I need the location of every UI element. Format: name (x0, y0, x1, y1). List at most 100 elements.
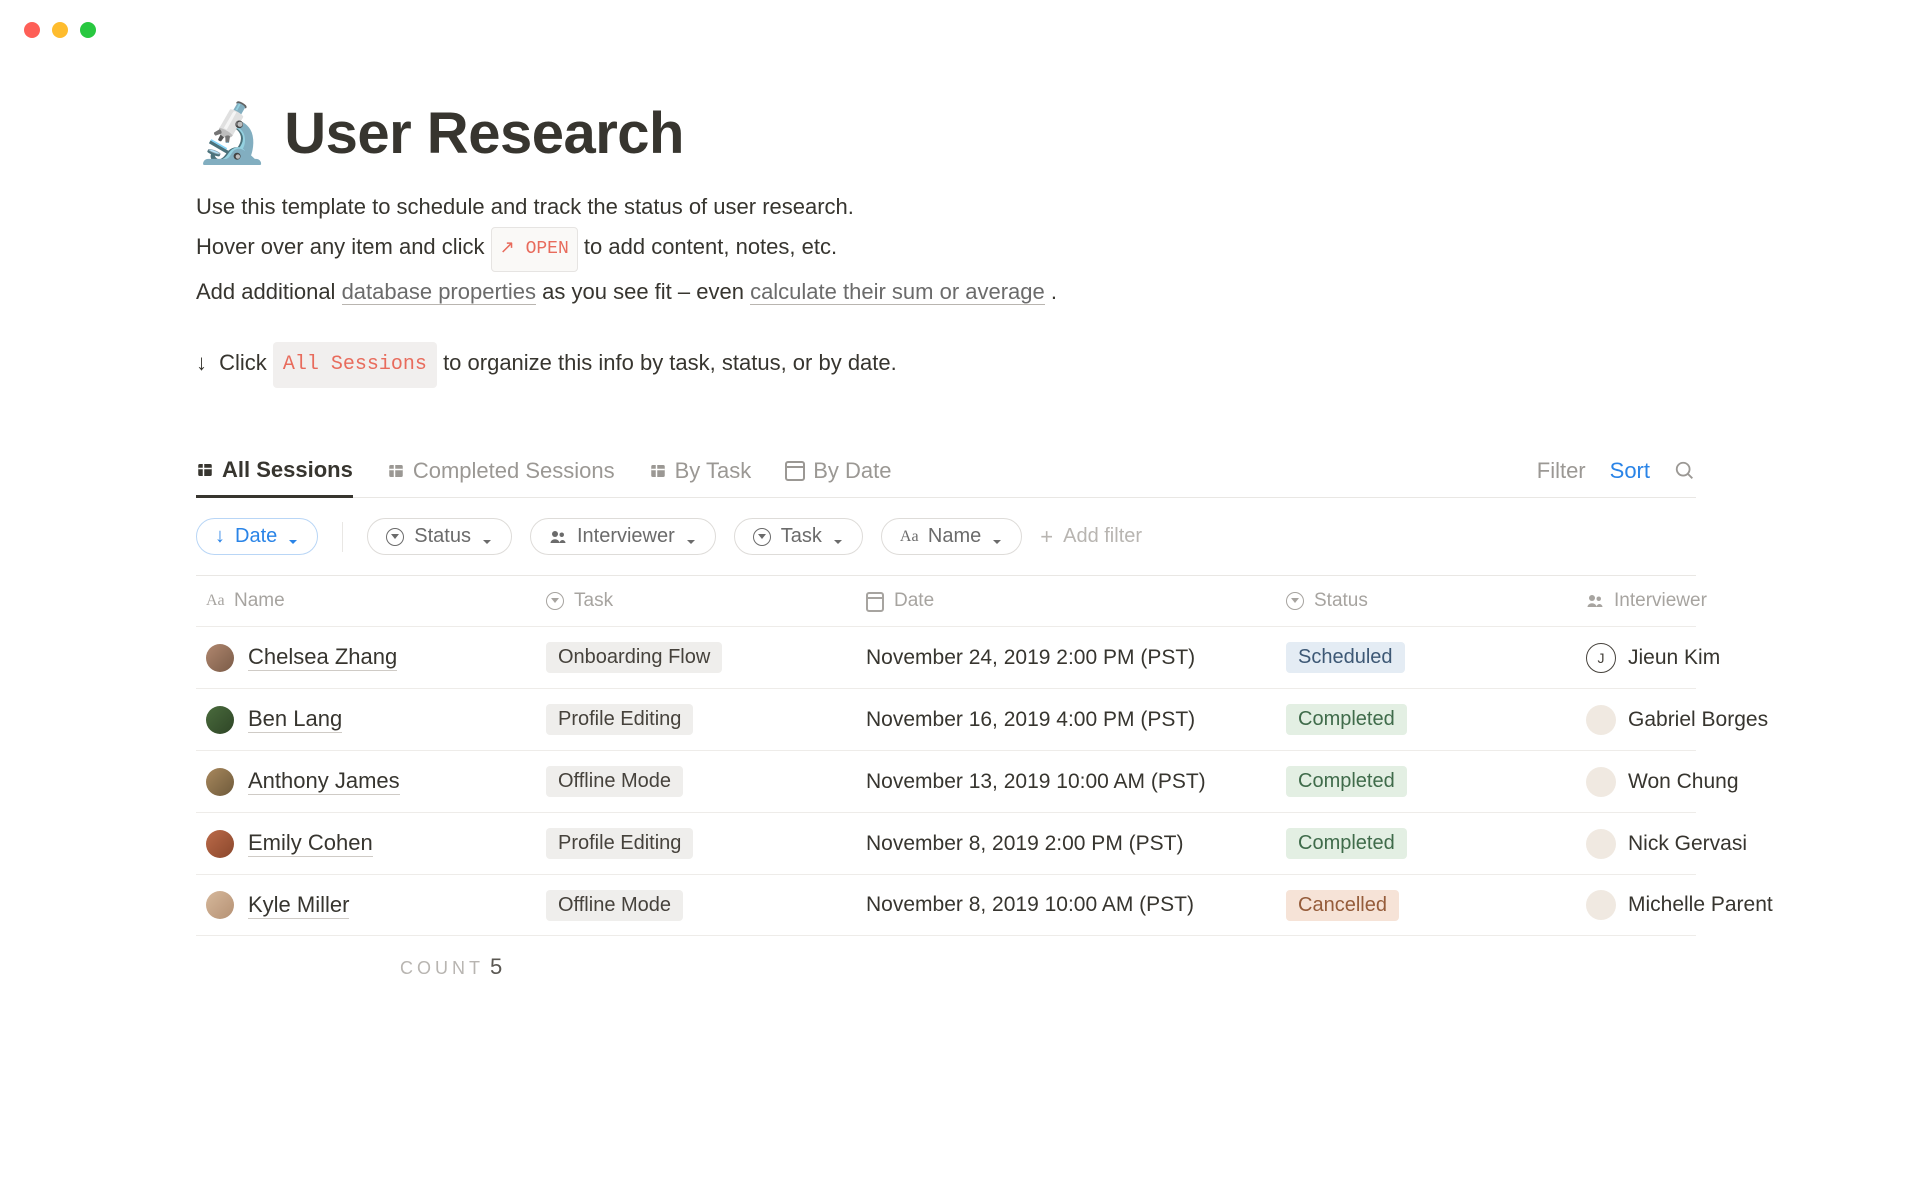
desc-line-2-pre: Hover over any item and click (196, 234, 491, 259)
col-header-date-label: Date (894, 590, 934, 612)
close-window-button[interactable] (24, 22, 40, 38)
user-avatar (206, 644, 234, 672)
cell-interviewer[interactable]: Gabriel Borges (1576, 705, 1920, 735)
col-header-interviewer[interactable]: Interviewer (1576, 590, 1920, 612)
filter-chip-label: Status (414, 525, 471, 548)
text-property-icon: Aa (900, 528, 918, 546)
cell-task[interactable]: Onboarding Flow (536, 642, 856, 673)
cell-date[interactable]: November 13, 2019 10:00 AM (PST) (856, 770, 1276, 794)
view-tab-label: By Task (675, 458, 752, 484)
interviewer-name: Won Chung (1628, 770, 1739, 794)
table-icon (387, 462, 405, 480)
page-icon[interactable]: 🔬 (196, 105, 268, 163)
col-header-date[interactable]: Date (856, 590, 1276, 612)
cell-status[interactable]: Cancelled (1276, 890, 1576, 921)
status-tag: Completed (1286, 766, 1407, 797)
sort-chip-date[interactable]: ↓ Date (196, 518, 318, 555)
user-avatar (206, 768, 234, 796)
filter-chip-label: Name (928, 525, 981, 548)
col-header-status-label: Status (1314, 590, 1368, 612)
interviewer-name: Jieun Kim (1628, 646, 1720, 670)
cell-status[interactable]: Completed (1276, 828, 1576, 859)
user-avatar (206, 830, 234, 858)
minimize-window-button[interactable] (52, 22, 68, 38)
filter-chip-interviewer[interactable]: Interviewer (530, 518, 716, 555)
page-title[interactable]: User Research (284, 100, 684, 167)
filter-chip-status[interactable]: Status (367, 518, 512, 555)
table-row[interactable]: Anthony James Offline Mode November 13, 20… (196, 750, 1696, 812)
cell-name[interactable]: Kyle Miller (196, 891, 536, 919)
sort-button[interactable]: Sort (1610, 458, 1650, 484)
col-header-name[interactable]: Aa Name (196, 590, 536, 612)
calendar-icon (785, 461, 805, 481)
cell-interviewer[interactable]: Michelle Parent (1576, 890, 1920, 920)
chevron-down-icon (832, 531, 844, 543)
open-chip: ↗ OPEN (491, 227, 578, 272)
interviewer-avatar (1586, 705, 1616, 735)
user-avatar (206, 706, 234, 734)
row-count: COUNT5 (400, 954, 1696, 980)
task-tag: Offline Mode (546, 766, 683, 797)
cell-status[interactable]: Completed (1276, 704, 1576, 735)
add-filter-label: Add filter (1063, 525, 1142, 548)
text-property-icon: Aa (206, 592, 224, 610)
filter-button[interactable]: Filter (1537, 458, 1586, 484)
view-tab-by-date[interactable]: By Date (785, 444, 891, 498)
table-row[interactable]: Kyle MillerOffline ModeNovember 8, 2019 … (196, 874, 1696, 936)
cell-name[interactable]: Ben Lang (196, 706, 536, 734)
interviewer-name: Michelle Parent (1628, 893, 1773, 917)
maximize-window-button[interactable] (80, 22, 96, 38)
interviewer-avatar (1586, 890, 1616, 920)
task-tag: Onboarding Flow (546, 642, 722, 673)
database-table: Aa Name Task Date Status Interviewer (196, 575, 1696, 936)
cell-date[interactable]: November 16, 2019 4:00 PM (PST) (856, 708, 1276, 732)
people-property-icon (1586, 592, 1604, 610)
view-tab-completed-sessions[interactable]: Completed Sessions (387, 444, 615, 498)
all-sessions-chip[interactable]: All Sessions (273, 342, 437, 388)
desc-line-3-mid: as you see fit – even (542, 279, 750, 304)
link-calculate[interactable]: calculate their sum or average (750, 279, 1045, 305)
cell-interviewer[interactable]: JJieun Kim (1576, 643, 1920, 673)
cell-date[interactable]: November 24, 2019 2:00 PM (PST) (856, 646, 1276, 670)
link-db-properties[interactable]: database properties (342, 279, 536, 305)
row-name: Emily Cohen (248, 830, 373, 857)
cell-name[interactable]: Emily Cohen (196, 830, 536, 858)
cell-date[interactable]: November 8, 2019 10:00 AM (PST) (856, 893, 1276, 917)
open-chip-label: OPEN (526, 239, 569, 259)
cell-name[interactable]: Anthony James (196, 768, 536, 796)
select-property-icon (1286, 592, 1304, 610)
down-arrow-icon: ↓ (196, 343, 207, 383)
view-tab-all-sessions[interactable]: All Sessions (196, 444, 353, 498)
search-icon[interactable] (1674, 460, 1696, 482)
cell-interviewer[interactable]: Won Chung (1576, 767, 1920, 797)
cell-task[interactable]: Offline Mode (536, 766, 856, 797)
filter-chip-task[interactable]: Task (734, 518, 863, 555)
cell-task[interactable]: Offline Mode (536, 890, 856, 921)
select-property-icon (546, 592, 564, 610)
table-row[interactable]: Emily Cohen Profile EditingNovember 8, 20… (196, 812, 1696, 874)
cell-task[interactable]: Profile Editing (536, 828, 856, 859)
cell-status[interactable]: Completed (1276, 766, 1576, 797)
col-header-status[interactable]: Status (1276, 590, 1576, 612)
interviewer-avatar (1586, 767, 1616, 797)
desc-line-1: Use this template to schedule and track … (196, 187, 1696, 227)
table-row[interactable]: Ben LangProfile EditingNovember 16, 2019… (196, 688, 1696, 750)
table-row[interactable]: Chelsea Zhang Onboarding Flow November 24,… (196, 626, 1696, 688)
cell-task[interactable]: Profile Editing (536, 704, 856, 735)
col-header-task[interactable]: Task (536, 590, 856, 612)
col-header-task-label: Task (574, 590, 613, 612)
filter-chip-name[interactable]: Aa Name (881, 518, 1022, 555)
select-property-icon (386, 528, 404, 546)
sort-chip-label: Date (235, 525, 277, 548)
row-name: Anthony James (248, 768, 400, 795)
chevron-down-icon (287, 531, 299, 543)
col-header-name-label: Name (234, 590, 285, 612)
view-tab-by-task[interactable]: By Task (649, 444, 752, 498)
filter-chip-label: Interviewer (577, 525, 675, 548)
add-filter-button[interactable]: + Add filter (1040, 525, 1142, 548)
cell-interviewer[interactable]: Nick Gervasi (1576, 829, 1920, 859)
cell-date[interactable]: November 8, 2019 2:00 PM (PST) (856, 832, 1276, 856)
cell-status[interactable]: Scheduled (1276, 642, 1576, 673)
cell-name[interactable]: Chelsea Zhang (196, 644, 536, 672)
interviewer-avatar (1586, 829, 1616, 859)
